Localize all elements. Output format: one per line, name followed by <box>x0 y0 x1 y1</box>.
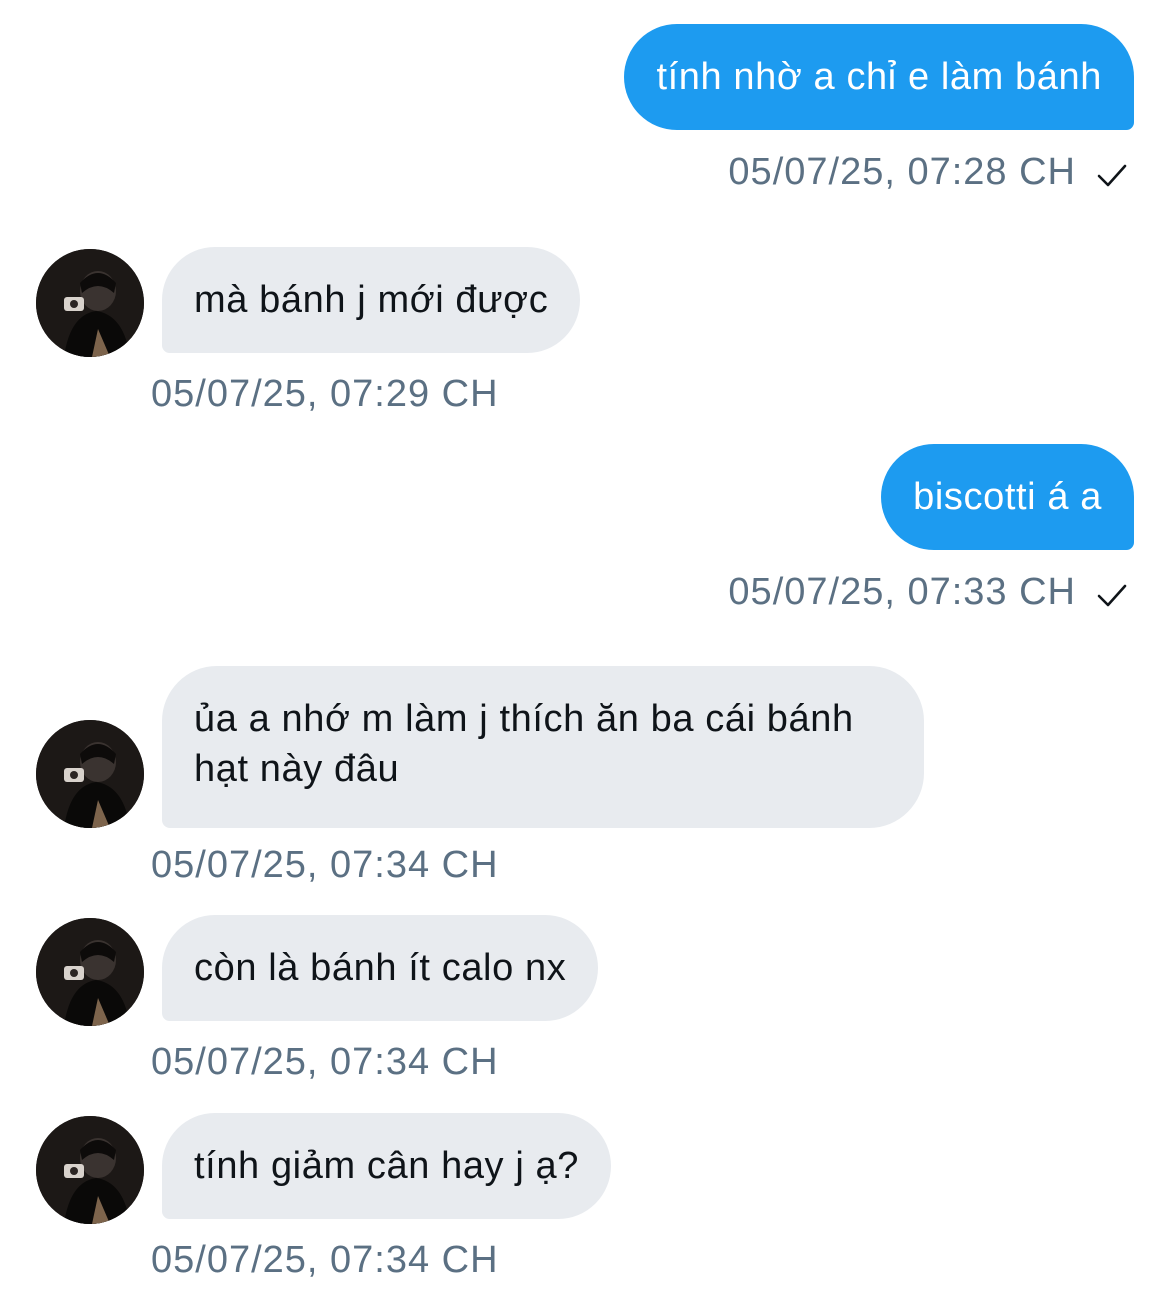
message-timestamp: 05/07/25, 07:34 CH <box>151 844 499 886</box>
incoming-message-bubble[interactable]: ủa a nhớ m làm j thích ăn ba cái bánh hạ… <box>162 666 924 828</box>
check-icon <box>1097 584 1127 607</box>
outgoing-message-bubble[interactable]: tính nhờ a chỉ e làm bánh <box>624 24 1134 130</box>
message-timestamp: 05/07/25, 07:34 CH <box>151 1239 499 1281</box>
incoming-message-bubble[interactable]: tính giảm cân hay j ạ? <box>162 1113 611 1219</box>
user-avatar[interactable] <box>36 720 144 828</box>
user-avatar[interactable] <box>36 1116 144 1224</box>
avatar-image <box>36 720 144 828</box>
user-avatar[interactable] <box>36 249 144 357</box>
avatar-image <box>36 1116 144 1224</box>
user-avatar[interactable] <box>36 918 144 1026</box>
message-timestamp: 05/07/25, 07:29 CH <box>151 373 499 415</box>
outgoing-message-bubble[interactable]: biscotti á a <box>881 444 1134 550</box>
avatar-image <box>36 249 144 357</box>
incoming-message-bubble[interactable]: mà bánh j mới được <box>162 247 581 353</box>
check-icon <box>1097 164 1127 187</box>
avatar-image <box>36 918 144 1026</box>
message-timestamp: 05/07/25, 07:28 CH <box>728 151 1076 193</box>
message-timestamp: 05/07/25, 07:33 CH <box>728 571 1076 613</box>
message-timestamp: 05/07/25, 07:34 CH <box>151 1041 499 1083</box>
incoming-message-bubble[interactable]: còn là bánh ít calo nx <box>162 915 599 1021</box>
